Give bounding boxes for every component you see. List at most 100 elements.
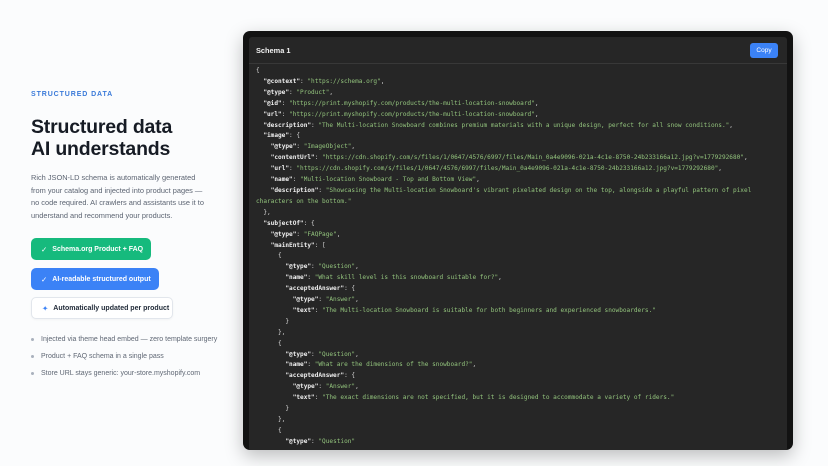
code-punct: , [355,383,359,391]
code-line: }, [256,208,787,219]
pill-ai-readable: ✓ AI-readable structured output [31,268,159,290]
code-key: "url" [263,110,282,118]
code-punct: , [351,143,356,151]
code-punct: , [380,77,385,85]
code-key: "acceptedAnswer" [285,372,345,380]
code-punct: : [307,361,315,369]
code-punct: }, [256,208,271,216]
code-punct: , [498,274,502,282]
code-punct [256,154,271,161]
schema-panel-header: Schema 1 Copy [249,37,787,64]
code-line: "contentUrl": "https://cdn.shopify.com/s… [256,153,787,164]
bullet-text: Injected via theme head embed — zero tem… [41,336,218,343]
code-string: "The Multi-location Snowboard combines p… [318,121,730,129]
code-line: "@type": "FAQPage", [256,230,787,241]
code-punct [256,231,271,238]
code-key: "subjectOf" [263,219,304,227]
code-line: "@type": "Answer", [256,295,787,306]
code-key: "acceptedAnswer" [285,285,345,293]
bullet-dot-icon [31,372,34,375]
bullet-item: Store URL stays generic: your-store.mysh… [31,368,221,379]
code-punct [256,296,293,303]
code-line: "@type": "Question", [256,262,787,273]
code-line: { [256,251,787,262]
code-line: "url": "https://print.myshopify.com/prod… [256,110,787,121]
bullet-dot-icon [31,338,34,341]
code-punct: : [296,143,304,151]
code-line: "@type": "Question" [256,437,787,448]
code-punct [256,351,285,358]
code-string: "The exact dimensions are not specified,… [322,394,675,402]
code-key: "text" [292,306,315,314]
code-punct: { [256,426,282,434]
json-ld-code-block[interactable]: { "@context": "https://schema.org", "@ty… [249,64,787,448]
code-line: "@type": "Question", [256,350,787,361]
code-line: "name": "What are the dimensions of the … [256,360,787,371]
code-line: { [256,339,787,350]
bullet-text: Product + FAQ schema in a single pass [41,353,164,360]
code-punct [256,263,285,270]
code-key: "@type" [285,437,312,445]
code-line: "url": "https://cdn.shopify.com/s/files/… [256,164,787,175]
code-string: "What are the dimensions of the snowboar… [314,361,473,369]
code-punct: : [296,230,304,238]
section-description: Rich JSON-LD schema is automatically gen… [31,173,204,220]
code-punct: : [314,306,323,314]
code-punct [256,187,271,194]
code-punct: , [534,99,539,107]
code-key: "@type" [270,230,297,238]
headline-line-1: Structured data [31,116,173,138]
device-frame: Schema 1 Copy { "@context": "https://sch… [243,31,793,450]
pill-label: AI-readable structured output [52,275,151,283]
code-line: "@type": "Product", [256,88,787,99]
code-string: "https://cdn.shopify.com/s/files/1/0647/… [296,165,719,173]
schema-panel: Schema 1 Copy { "@context": "https://sch… [249,37,787,450]
code-punct: { [256,252,282,260]
schema-panel-title: Schema 1 [256,45,291,55]
code-punct: : [318,296,326,304]
code-string: "Question" [318,263,356,271]
code-punct: , [355,296,359,304]
code-punct [256,372,285,379]
code-line: "@id": "https://print.myshopify.com/prod… [256,99,787,110]
code-key: "name" [285,361,308,369]
code-punct: , [336,230,341,238]
code-key: "@type" [285,350,312,358]
code-key: "name" [285,274,308,282]
code-string: "ImageObject" [303,143,352,151]
code-punct: : [318,383,326,391]
code-line: } [256,404,787,415]
code-punct: { [256,339,282,347]
code-key: "description" [263,121,312,129]
code-string: "https://print.myshopify.com/products/th… [289,99,535,107]
code-punct [256,143,271,150]
code-line: "name": "What skill level is this snowbo… [256,273,787,284]
code-line: "subjectOf": { [256,219,787,230]
bullet-item: Product + FAQ schema in a single pass [31,351,221,362]
code-punct: , [329,88,334,96]
code-punct: : { [344,285,356,293]
code-line: }, [256,415,787,426]
code-key: "@type" [263,88,290,96]
section-headline: Structured data AI understands [31,116,172,160]
feature-bullets: Injected via theme head embed — zero tem… [31,334,221,385]
copy-button[interactable]: Copy [750,42,778,58]
code-punct: }, [256,416,286,423]
code-string: "Multi-location Snowboard - Top and Bott… [300,176,477,184]
code-punct: , [472,361,477,369]
code-string: "https://cdn.shopify.com/s/files/1/0647/… [322,154,744,162]
section-eyebrow: STRUCTURED DATA [31,91,114,98]
code-punct [256,285,285,292]
code-punct: : { [289,132,301,140]
code-punct [256,383,293,390]
code-key: "@context" [263,77,301,85]
code-punct: : [318,186,326,194]
code-punct: }, [256,328,286,336]
bullet-text: Store URL stays generic: your-store.mysh… [41,370,201,377]
code-punct [256,307,293,314]
code-line: }, [256,328,787,339]
code-key: "text" [292,394,315,402]
code-line: "acceptedAnswer": { [256,371,787,382]
code-string: "Question" [318,350,356,358]
code-punct: , [718,165,722,173]
